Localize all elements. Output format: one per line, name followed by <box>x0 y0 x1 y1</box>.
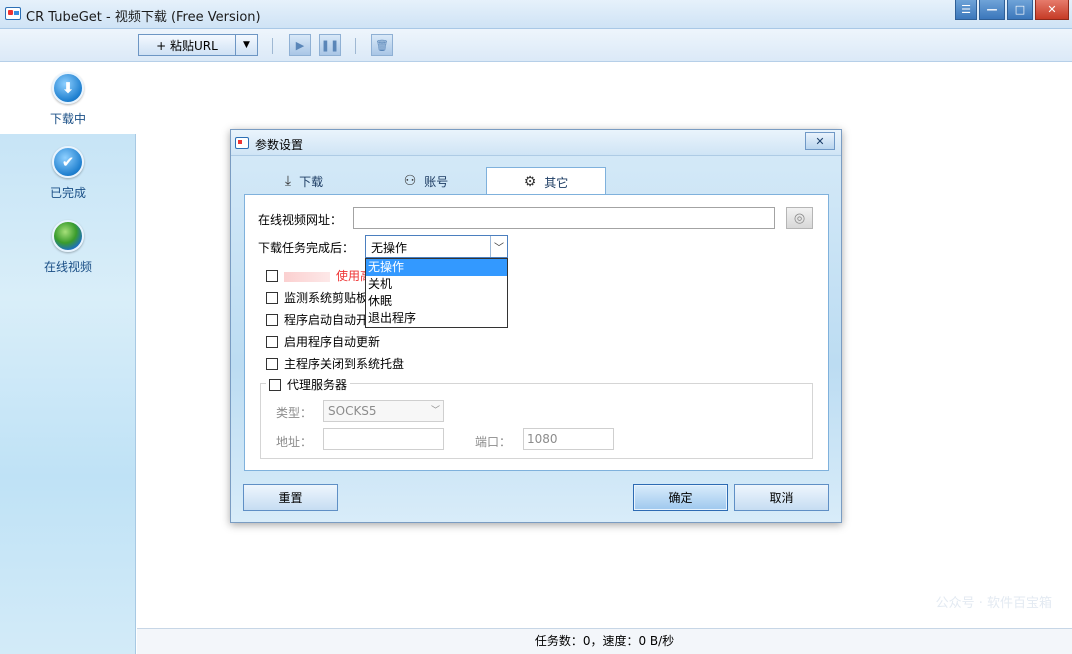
user-icon: ⚇ <box>403 173 417 189</box>
checkbox-label: 程序启动自动开 <box>284 313 369 327</box>
ok-button[interactable]: 确定 <box>633 484 728 511</box>
proxy-checkbox[interactable] <box>269 378 281 391</box>
sidebar-item-label: 在线视频 <box>43 260 92 274</box>
sidebar-item-label: 已完成 <box>49 186 86 200</box>
status-bar: 任务数：0，速度：0 B/秒 <box>137 628 1072 654</box>
sidebar: ⬇ 下载中 ✔ 已完成 在线视频 <box>0 62 137 654</box>
settings-dialog: 参数设置 ✕ ⤓ 下载 ⚇ 账号 ⚙ 其它 在线视频网址： ◎ 下载任务完成后：… <box>230 129 842 523</box>
app-title: CR TubeGet - 视频下载 (Free Version) <box>26 10 261 25</box>
close-button[interactable]: ✕ <box>1035 0 1069 20</box>
dropdown-option-sleep[interactable]: 休眠 <box>366 293 507 310</box>
proxy-checkbox-row[interactable]: 代理服务器 <box>266 376 351 393</box>
reset-button[interactable]: 重置 <box>243 484 338 511</box>
minimize-button[interactable]: — <box>979 0 1005 20</box>
chevron-down-icon: ﹀ <box>430 406 440 416</box>
tab-label: 下载 <box>299 174 324 189</box>
dialog-logo-icon <box>235 137 249 149</box>
checkbox[interactable] <box>266 357 278 370</box>
browse-url-button[interactable]: ◎ <box>786 207 813 229</box>
toolbar: + 粘贴URL ▼ ▶ ❚❚ 🗑 <box>0 29 1072 62</box>
pause-icon[interactable]: ❚❚ <box>319 34 341 56</box>
dialog-title-bar: 参数设置 ✕ <box>231 130 841 156</box>
checkbox-row-clipboard[interactable]: 监测系统剪贴板 <box>266 289 368 306</box>
sidebar-item-completed[interactable]: ✔ 已完成 <box>0 136 136 208</box>
tab-label: 账号 <box>424 174 449 189</box>
checkbox-label: 监测系统剪贴板 <box>284 291 369 305</box>
proxy-label: 代理服务器 <box>287 378 348 392</box>
cancel-button[interactable]: 取消 <box>734 484 829 511</box>
settings-tabs: ⤓ 下载 ⚇ 账号 ⚙ 其它 <box>244 167 829 196</box>
tab-other[interactable]: ⚙ 其它 <box>486 167 606 196</box>
chevron-down-icon[interactable]: ﹀ <box>490 236 507 257</box>
proxy-port-input[interactable]: 1080 <box>523 428 614 450</box>
checkbox[interactable] <box>266 269 278 282</box>
app-logo-icon <box>5 7 21 20</box>
dropdown-option-shutdown[interactable]: 关机 <box>366 276 507 293</box>
checkbox-row-tray[interactable]: 主程序关闭到系统托盘 <box>266 355 404 372</box>
after-complete-value: 无操作 <box>371 241 408 255</box>
online-url-input[interactable] <box>353 207 775 229</box>
checkbox-label: 使用高 <box>284 267 372 284</box>
checkbox[interactable] <box>266 335 278 348</box>
toolbar-separator <box>272 38 273 54</box>
paste-url-dropdown-button[interactable]: ▼ <box>235 34 258 56</box>
download-tab-icon: ⤓ <box>284 173 292 189</box>
play-icon[interactable]: ▶ <box>289 34 311 56</box>
sidebar-item-downloading[interactable]: ⬇ 下载中 <box>0 62 137 134</box>
download-icon: ⬇ <box>52 72 84 104</box>
online-url-label: 在线视频网址： <box>258 213 343 227</box>
sidebar-item-label: 下载中 <box>49 112 86 126</box>
tab-label: 其它 <box>544 175 569 190</box>
title-bar: CR TubeGet - 视频下载 (Free Version) ☰ — □ ✕ <box>0 0 1072 29</box>
redacted-text <box>284 271 330 282</box>
delete-icon[interactable]: 🗑 <box>371 34 393 56</box>
proxy-group: 代理服务器 类型： SOCKS5 ﹀ 地址： 端口： 1080 <box>260 376 813 459</box>
sidebar-item-online-video[interactable]: 在线视频 <box>0 210 136 282</box>
toolbar-separator <box>355 38 356 54</box>
window-controls: ☰ — □ ✕ <box>955 0 1069 20</box>
settings-panel-other: 在线视频网址： ◎ 下载任务完成后： 无操作 ﹀ 无操作 关机 休眠 退出程序 … <box>244 194 829 471</box>
proxy-type-label: 类型： <box>276 406 313 420</box>
proxy-address-input[interactable] <box>323 428 444 450</box>
proxy-type-select[interactable]: SOCKS5 ﹀ <box>323 400 444 422</box>
dialog-title: 参数设置 <box>255 138 304 152</box>
checkbox-label: 启用程序自动更新 <box>284 335 381 349</box>
after-complete-select[interactable]: 无操作 ﹀ <box>365 235 508 258</box>
watermark: 公众号 · 软件百宝箱 <box>935 596 1052 611</box>
checkbox[interactable] <box>266 291 278 304</box>
proxy-port-label: 端口： <box>475 435 512 449</box>
checkbox-row-high-speed[interactable]: 使用高 <box>266 267 372 284</box>
checkbox[interactable] <box>266 313 278 326</box>
maximize-button[interactable]: □ <box>1007 0 1033 20</box>
after-complete-dropdown: 无操作 关机 休眠 退出程序 <box>365 258 508 328</box>
paste-url-button[interactable]: + 粘贴URL <box>138 34 236 56</box>
dropdown-option-exit[interactable]: 退出程序 <box>366 310 507 327</box>
dropdown-option-none[interactable]: 无操作 <box>366 259 507 276</box>
menu-button[interactable]: ☰ <box>955 0 977 20</box>
proxy-type-value: SOCKS5 <box>328 404 377 418</box>
after-complete-label: 下载任务完成后： <box>258 241 355 255</box>
checkbox-row-auto-update[interactable]: 启用程序自动更新 <box>266 333 380 350</box>
proxy-address-label: 地址： <box>276 435 313 449</box>
check-icon: ✔ <box>52 146 84 178</box>
tab-account[interactable]: ⚇ 账号 <box>366 167 486 195</box>
gear-icon: ⚙ <box>523 174 537 190</box>
globe-icon <box>52 220 84 252</box>
checkbox-label: 主程序关闭到系统托盘 <box>284 357 405 371</box>
dialog-close-button[interactable]: ✕ <box>805 132 835 150</box>
checkbox-row-autostart[interactable]: 程序启动自动开 <box>266 311 368 328</box>
tab-download[interactable]: ⤓ 下载 <box>244 167 364 195</box>
